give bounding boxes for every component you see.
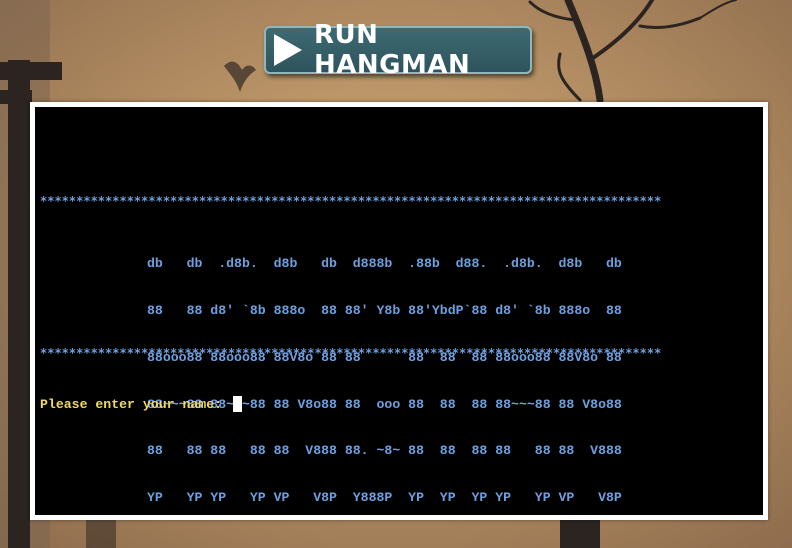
play-icon [274, 34, 302, 66]
divider-top: ****************************************… [40, 194, 662, 208]
run-hangman-label: RUN HANGMAN [314, 20, 471, 80]
name-prompt: Please enter your name: [40, 396, 230, 412]
banner-line: 88 88 88 88 88 V888 88. ~8~ 88 88 88 88 … [147, 443, 622, 459]
text-cursor[interactable] [232, 396, 242, 412]
terminal-screen[interactable]: ****************************************… [35, 107, 763, 515]
name-prompt-line[interactable]: Please enter your name: [40, 396, 242, 412]
run-hangman-button[interactable]: RUN HANGMAN [264, 20, 532, 80]
banner-line: YP YP YP YP VP V8P Y888P YP YP YP YP YP … [147, 490, 622, 506]
terminal-frame: ****************************************… [30, 102, 768, 520]
divider-bottom: ****************************************… [40, 346, 662, 360]
banner-line: 88 88 d8' `8b 888o 88 88' Y8b 88'YbdP`88… [147, 302, 622, 318]
hangman-ascii-banner: db db .d8b. d8b db d888b .88b d88. .d8b.… [147, 225, 622, 515]
banner-line: db db .d8b. d8b db d888b .88b d88. .d8b.… [147, 256, 622, 272]
